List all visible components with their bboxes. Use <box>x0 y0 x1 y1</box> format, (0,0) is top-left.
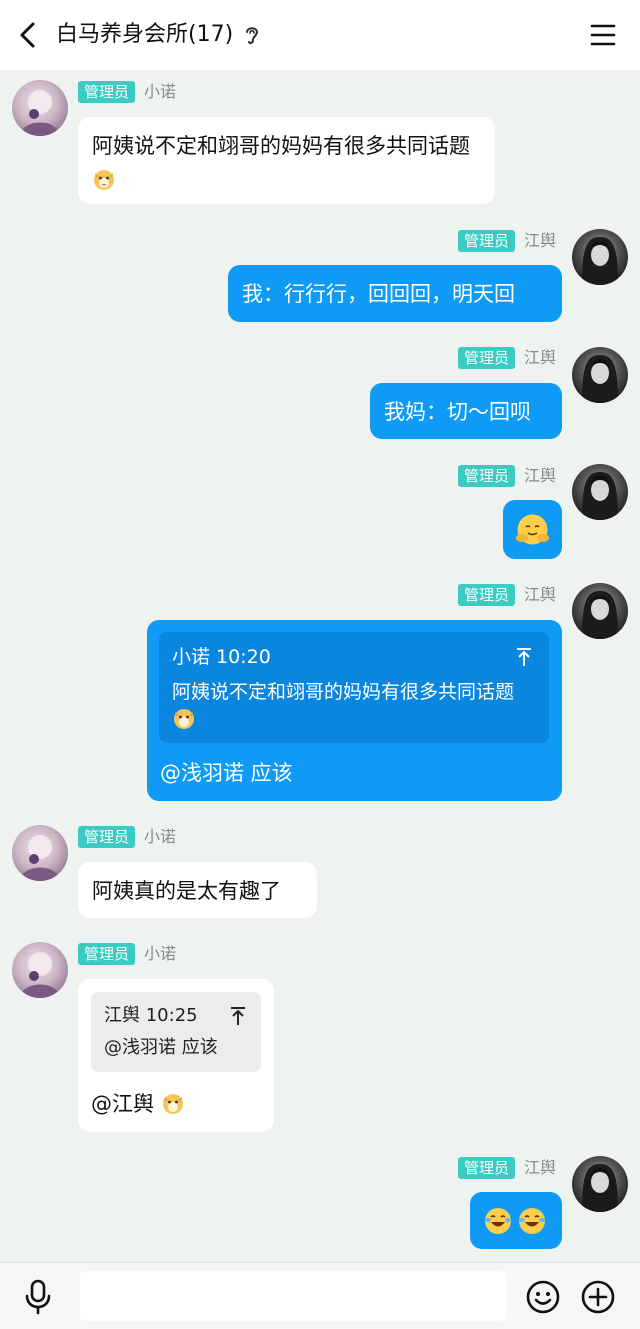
dog-face-emoji-icon <box>162 1094 183 1114</box>
quote-author-time: 小诺 10:20 <box>172 646 271 668</box>
quote-text: 阿姨说不定和翊哥的妈妈有很多共同话题 <box>172 678 542 734</box>
message-bubble[interactable] <box>470 1192 562 1249</box>
sender-name: 小诺 <box>144 944 177 963</box>
input-bar <box>0 1262 640 1329</box>
avatar-xiaonuo[interactable] <box>12 825 68 881</box>
admin-badge: 管理员 <box>78 81 136 103</box>
dog-face-emoji-icon <box>94 170 114 190</box>
message-bubble[interactable]: 江舆 10:25 @浅羽诺 应该 @江舆 <box>78 979 274 1132</box>
message-bubble[interactable]: 我：行行行，回回回，明天回 <box>228 265 562 322</box>
admin-badge: 管理员 <box>78 943 136 965</box>
admin-badge: 管理员 <box>78 826 136 848</box>
quote-text-content: 阿姨说不定和翊哥的妈妈有很多共同话题 <box>172 681 515 703</box>
quote-author-time: 江舆 10:25 <box>104 1005 198 1026</box>
emoji-button[interactable] <box>526 1280 560 1314</box>
message-text: 阿姨说不定和翊哥的妈妈有很多共同话题 <box>92 134 470 158</box>
jump-to-original-icon[interactable] <box>229 1006 247 1026</box>
message-text: @江舆 <box>91 1092 154 1116</box>
sender-name: 江舆 <box>524 348 557 367</box>
sender-name: 小诺 <box>144 82 177 101</box>
quote-text: @浅羽诺 应该 <box>104 1037 218 1058</box>
more-button[interactable] <box>581 1280 615 1314</box>
sender-name: 江舆 <box>524 466 557 485</box>
jump-to-original-icon[interactable] <box>515 647 533 667</box>
menu-button[interactable] <box>590 22 616 48</box>
smiley-icon <box>526 1280 560 1314</box>
chevron-left-icon <box>20 22 35 48</box>
message-bubble[interactable]: 我妈：切～回呗 <box>370 383 562 439</box>
sender-name: 江舆 <box>524 231 557 250</box>
admin-badge: 管理员 <box>458 465 516 487</box>
sender-name: 江舆 <box>524 1158 557 1177</box>
microphone-icon <box>25 1279 51 1315</box>
message-text: @浅羽诺 应该 <box>160 761 293 785</box>
admin-badge: 管理员 <box>458 584 516 606</box>
group-name: 白马养身会所(17) <box>56 22 234 47</box>
laugh-cry-emoji-icon <box>485 1208 511 1234</box>
voice-button[interactable] <box>22 1279 54 1315</box>
avatar-xiaonuo[interactable] <box>12 80 68 136</box>
avatar-jiangyu[interactable] <box>572 1156 628 1212</box>
admin-badge: 管理员 <box>458 230 516 252</box>
chat-title[interactable]: 白马养身会所(17) <box>56 20 261 50</box>
message-text: 我：行行行，回回回，明天回 <box>242 282 515 306</box>
admin-badge: 管理员 <box>458 347 516 369</box>
laugh-cry-emoji-icon <box>519 1208 545 1234</box>
quoted-message[interactable]: 小诺 10:20 阿姨说不定和翊哥的妈妈有很多共同话题 <box>159 632 549 743</box>
avatar-jiangyu[interactable] <box>572 464 628 520</box>
message-bubble[interactable]: 小诺 10:20 阿姨说不定和翊哥的妈妈有很多共同话题 @浅羽诺 应该 <box>147 620 562 801</box>
dog-face-emoji-icon <box>174 709 194 729</box>
message-content: @江舆 <box>91 1089 185 1119</box>
quoted-message[interactable]: 江舆 10:25 @浅羽诺 应该 <box>91 992 261 1072</box>
avatar-jiangyu[interactable] <box>572 229 628 285</box>
message-bubble[interactable]: 阿姨说不定和翊哥的妈妈有很多共同话题 <box>78 117 495 204</box>
sender-name: 江舆 <box>524 585 557 604</box>
message-text: 我妈：切～回呗 <box>384 400 531 424</box>
hamburger-menu-icon <box>590 24 616 46</box>
admin-badge: 管理员 <box>458 1157 516 1179</box>
avatar-xiaonuo[interactable] <box>12 942 68 998</box>
ear-icon <box>243 24 261 46</box>
message-input[interactable] <box>80 1271 506 1321</box>
message-text: 阿姨真的是太有趣了 <box>92 879 281 903</box>
plus-circle-icon <box>581 1280 615 1314</box>
message-bubble[interactable]: 阿姨真的是太有趣了 <box>78 862 317 918</box>
hug-emoji-icon <box>516 514 549 545</box>
message-bubble[interactable] <box>503 500 562 559</box>
avatar-jiangyu[interactable] <box>572 583 628 639</box>
sender-name: 小诺 <box>144 827 177 846</box>
chat-header: 白马养身会所(17) <box>0 0 640 70</box>
back-button[interactable] <box>14 20 42 50</box>
avatar-jiangyu[interactable] <box>572 347 628 403</box>
